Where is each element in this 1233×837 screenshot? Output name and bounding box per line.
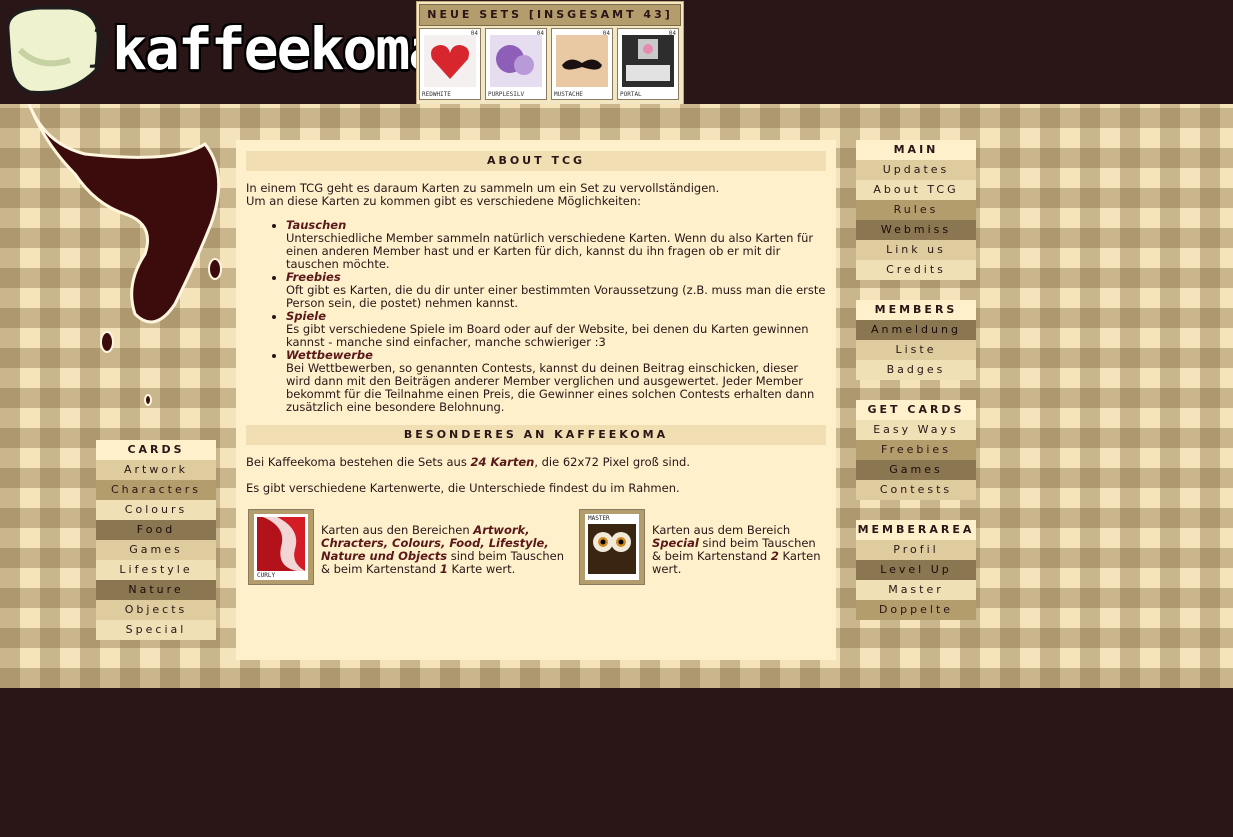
list-item: Wettbewerbe Bei Wettbewerben, so genannt…	[286, 349, 826, 414]
nav-item-credits[interactable]: Credits	[856, 260, 976, 280]
portal-cube-icon	[622, 35, 674, 87]
example-right-text: Karten aus dem Bereich Special sind beim…	[652, 523, 821, 576]
nav-item-artwork[interactable]: Artwork	[96, 460, 216, 480]
nav-item-doppelte[interactable]: Doppelte	[856, 600, 976, 620]
set-card-mustache[interactable]: 04 MUSTACHE	[551, 28, 613, 100]
set-card-portal[interactable]: 04 PORTAL	[617, 28, 679, 100]
nav-item-nature[interactable]: Nature	[96, 580, 216, 600]
nav-item-special[interactable]: Special	[96, 620, 216, 640]
nav-item-badges[interactable]: Badges	[856, 360, 976, 380]
nav-item-games[interactable]: Games	[856, 460, 976, 480]
list-item: Freebies Oft gibt es Karten, die du dir …	[286, 271, 826, 310]
list-item: Spiele Es gibt verschiedene Spiele im Bo…	[286, 310, 826, 349]
besonderes-heading: BESONDERES AN KAFFEEKOMA	[246, 425, 826, 445]
coffee-cup-icon	[6, 6, 108, 95]
nav-item-contests[interactable]: Contests	[856, 480, 976, 500]
left-nav-cards: CARDS Artwork Characters Colours Food Ga…	[96, 440, 216, 640]
right-nav-main: MAIN Updates About TCG Rules Webmiss Lin…	[856, 140, 976, 280]
intro-text: In einem TCG geht es daraum Karten zu sa…	[246, 181, 720, 208]
red-hair-image-icon	[257, 517, 305, 571]
sets-info-text: Bei Kaffeekoma bestehen die Sets aus 24 …	[246, 455, 690, 469]
nav-section-title: MEMBERAREA	[856, 520, 976, 540]
nav-item-profil[interactable]: Profil	[856, 540, 976, 560]
new-sets-box: NEUE SETS [INSGESAMT 43] 04 REDWHITE 04 …	[416, 1, 684, 105]
owl-image-icon	[588, 524, 636, 574]
nav-item-lifestyle[interactable]: Lifestyle	[96, 560, 216, 580]
nav-item-anmeldung[interactable]: Anmeldung	[856, 320, 976, 340]
nav-item-master[interactable]: Master	[856, 580, 976, 600]
nav-item-colours[interactable]: Colours	[96, 500, 216, 520]
coffee-splash-icon	[27, 104, 222, 406]
set-card-redwhite[interactable]: 04 REDWHITE	[419, 28, 481, 100]
new-sets-title: NEUE SETS [INSGESAMT 43]	[419, 4, 681, 26]
nav-item-level-up[interactable]: Level Up	[856, 560, 976, 580]
mustache-icon	[556, 35, 608, 87]
nav-item-link-us[interactable]: Link us	[856, 240, 976, 260]
nav-item-rules[interactable]: Rules	[856, 200, 976, 220]
header: kaffeekoma NEUE SETS [INSGESAMT 43] 04 R…	[0, 0, 1233, 105]
ways-list: Tauschen Unterschiedliche Member sammeln…	[246, 219, 826, 414]
site-logo[interactable]: kaffeekoma	[0, 0, 443, 104]
main-content: ABOUT TCG In einem TCG geht es daraum Ka…	[236, 140, 836, 660]
heart-icon	[424, 35, 476, 87]
example-left-text: Karten aus den Bereichen Artwork, Chract…	[321, 523, 564, 576]
nav-item-objects[interactable]: Objects	[96, 600, 216, 620]
left-nav-title: CARDS	[96, 440, 216, 460]
nav-item-freebies[interactable]: Freebies	[856, 440, 976, 460]
logo-text: kaffeekoma	[112, 15, 443, 83]
nav-item-about-tcg[interactable]: About TCG	[856, 180, 976, 200]
example-card-curly: CURLY	[248, 509, 314, 585]
right-nav-get-cards: GET CARDS Easy Ways Freebies Games Conte…	[856, 400, 976, 500]
purple-pattern-icon	[490, 35, 542, 87]
set-card-purplesilv[interactable]: 04 PURPLESILV	[485, 28, 547, 100]
right-nav-members: MEMBERS Anmeldung Liste Badges	[856, 300, 976, 380]
nav-item-webmiss[interactable]: Webmiss	[856, 220, 976, 240]
nav-item-food[interactable]: Food	[96, 520, 216, 540]
nav-item-characters[interactable]: Characters	[96, 480, 216, 500]
about-tcg-heading: ABOUT TCG	[246, 151, 826, 171]
nav-item-games[interactable]: Games	[96, 540, 216, 560]
nav-section-title: MAIN	[856, 140, 976, 160]
nav-section-title: GET CARDS	[856, 400, 976, 420]
nav-item-updates[interactable]: Updates	[856, 160, 976, 180]
example-card-master: MASTER	[579, 509, 645, 585]
nav-section-title: MEMBERS	[856, 300, 976, 320]
right-nav-memberarea: MEMBERAREA Profil Level Up Master Doppel…	[856, 520, 976, 620]
nav-item-easy-ways[interactable]: Easy Ways	[856, 420, 976, 440]
nav-item-liste[interactable]: Liste	[856, 340, 976, 360]
list-item: Tauschen Unterschiedliche Member sammeln…	[286, 219, 826, 271]
values-info-text: Es gibt verschiedene Kartenwerte, die Un…	[246, 481, 680, 495]
